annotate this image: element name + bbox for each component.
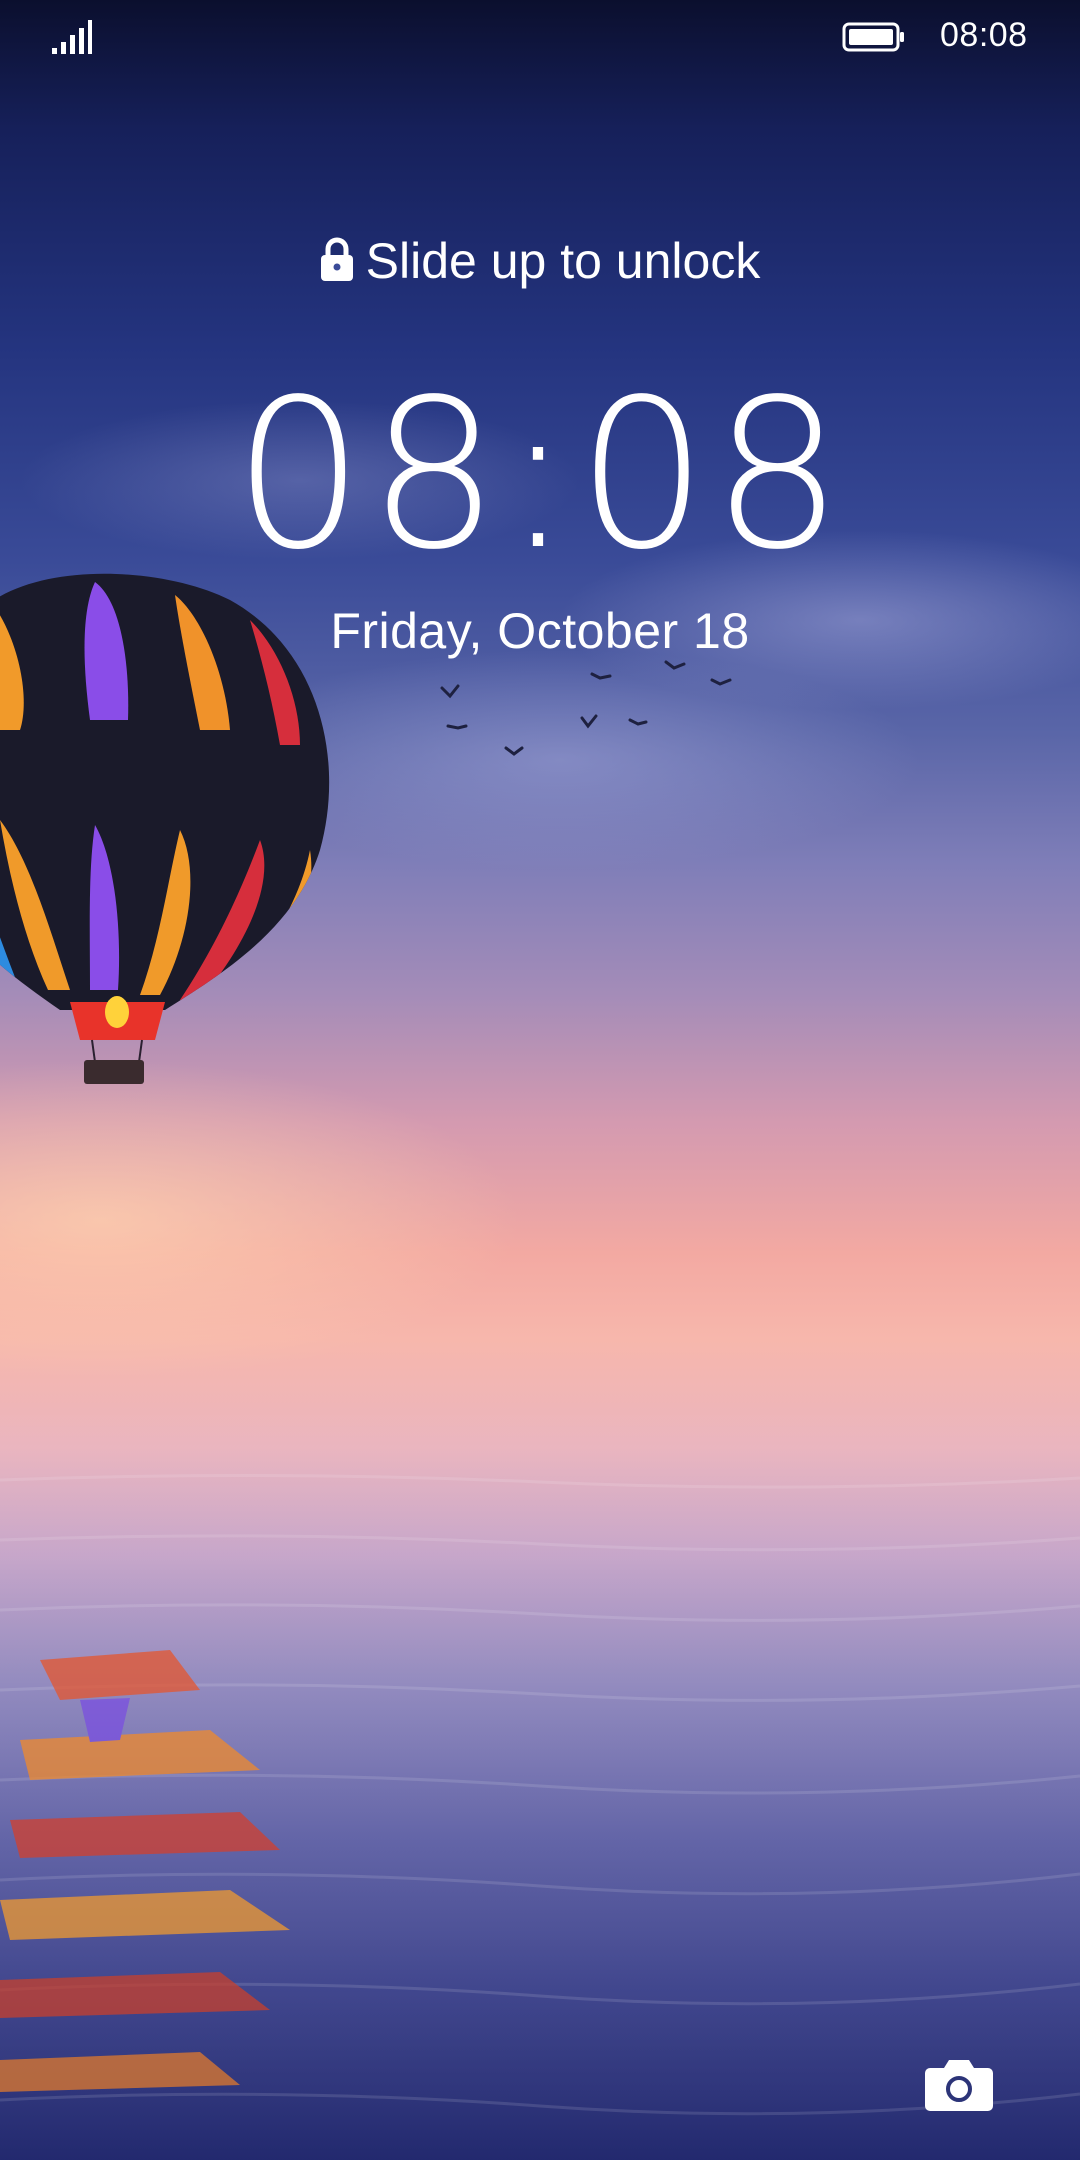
battery-full-icon (842, 22, 904, 52)
signal-bars-icon (52, 20, 92, 54)
unlock-hint: Slide up to unlock (0, 232, 1080, 290)
wallpaper-image (0, 400, 1080, 2160)
status-time: 08:08 (940, 16, 1028, 54)
camera-icon[interactable] (924, 2056, 994, 2112)
lockscreen-date: Friday, October 18 (330, 603, 750, 659)
unlock-hint-text: Slide up to unlock (365, 233, 761, 289)
lockscreen-clock: 08:08 (233, 355, 847, 595)
lock-icon (320, 237, 353, 281)
lock-screen[interactable]: 08:08 Slide up to unlock 08:08 Friday, O… (0, 0, 1080, 2160)
status-bar: 08:08 (0, 0, 1080, 72)
